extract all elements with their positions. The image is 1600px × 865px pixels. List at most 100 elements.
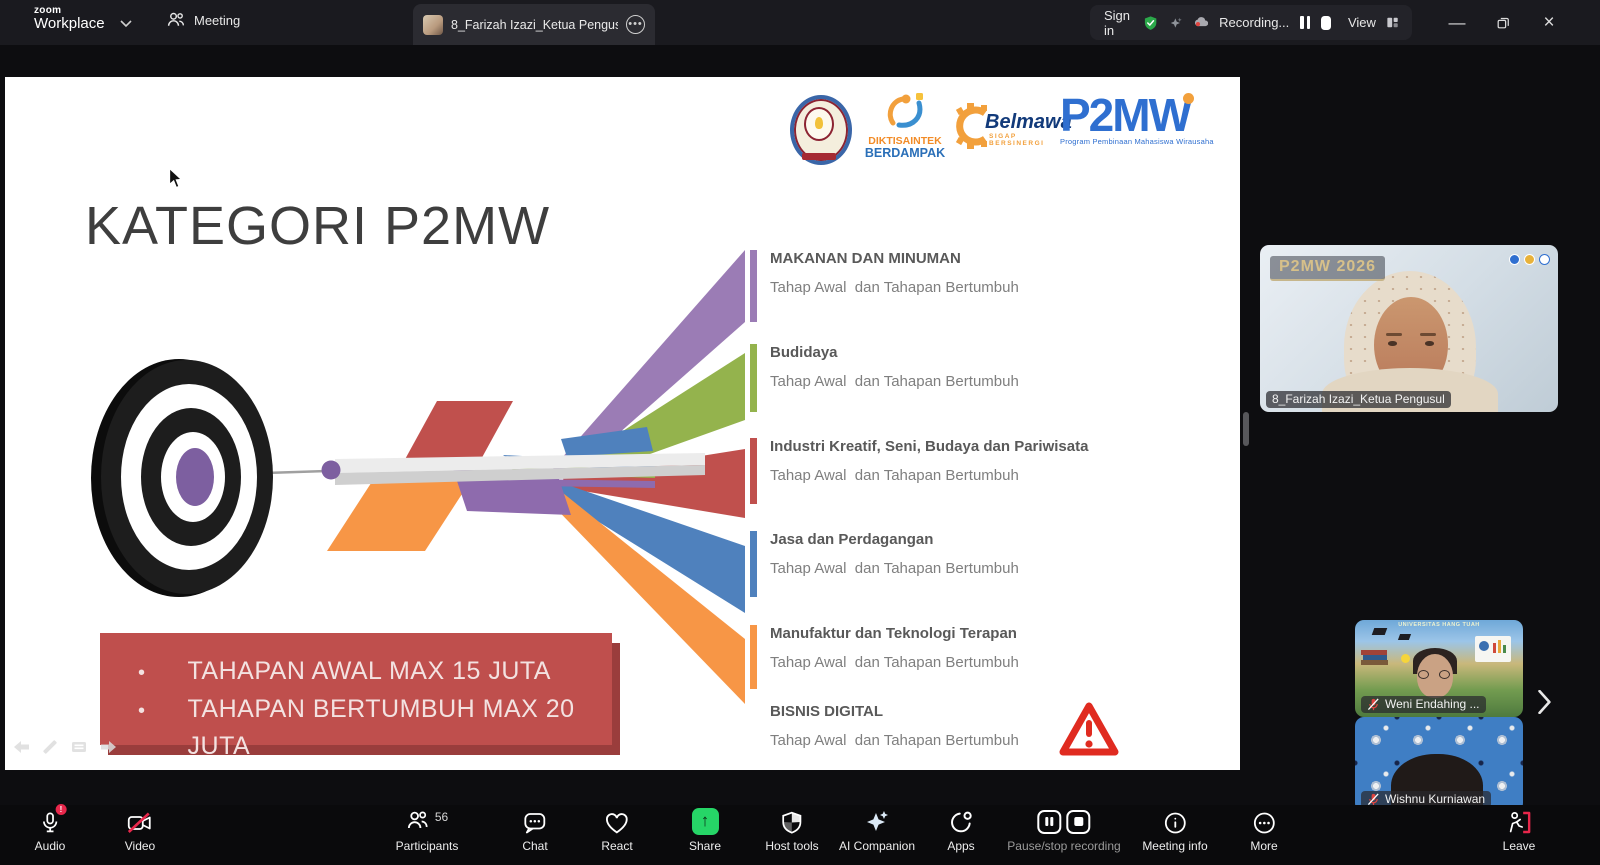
prev-slide-icon[interactable] [13,740,30,754]
mini-logo-icon [1539,254,1550,265]
react-label: React [601,839,632,853]
participant-name-label: Weni Endahing ... [1361,696,1486,713]
diktisaintek-logo: DIKTISAINTEK BERDAMPAK [863,89,947,169]
category-name: BISNIS DIGITAL [770,703,1019,720]
react-button[interactable]: React [601,808,632,853]
p2mw-logo: P2MW Program Pembinaan Mahasiswa Wirausa… [1060,91,1220,165]
glasses-icon [1439,670,1450,679]
category-color-bar [750,531,757,597]
restore-button[interactable] [1478,0,1528,45]
chat-button[interactable]: Chat [522,808,547,853]
belmawa-gear-icon [955,103,989,149]
stop-icon[interactable] [1067,810,1091,834]
share-button[interactable]: ↑ Share [689,808,721,853]
sign-in-button[interactable]: Sign in [1104,8,1132,38]
video-tile-farizah[interactable]: P2MW 2026 8_Farizah Izazi_Ketua Pengusul [1260,245,1558,412]
recording-status: Recording... [1219,15,1289,30]
heart-icon [604,811,629,835]
tab-meeting[interactable]: Meeting [166,11,240,29]
diktisaintek-figure-icon [883,89,927,133]
apps-button[interactable]: Apps [947,808,974,853]
share-icon: ↑ [692,808,719,835]
participants-button[interactable]: 56 Participants [396,808,459,853]
shared-screen-avatar [423,15,443,35]
video-tile-weni[interactable]: UNIVERSITAS HANG TUAH Weni Endahing ... [1355,620,1523,717]
chevron-down-icon[interactable] [120,20,132,28]
participant-name: 8_Farizah Izazi_Ketua Pengusul [1272,392,1445,406]
zoom-window: zoom Workplace Meeting 8_Farizah Izazi_K… [0,0,1600,865]
category-makanan: MAKANAN DAN MINUMAN Tahap Awal dan Tahap… [750,250,1019,322]
category-budidaya: Budidaya Tahap Awal dan Tahapan Bertumbu… [750,344,1019,412]
category-manufaktur: Manufaktur dan Teknologi Terapan Tahap A… [750,625,1019,689]
chat-label: Chat [522,839,547,853]
meeting-info-button[interactable]: Meeting info [1142,808,1207,853]
mic-muted-icon [1367,793,1380,806]
bg-whiteboard [1475,636,1511,662]
category-stage: Tahap Awal dan Tahapan Bertumbuh [770,560,1019,577]
apps-icon [948,810,973,835]
slide-menu-icon[interactable] [71,740,87,754]
chat-icon [522,811,547,835]
leave-button[interactable]: Leave [1503,808,1536,853]
pause-stop-recording-button[interactable]: Pause/stop recording [1007,808,1120,853]
belmawa-tagline: SIGAP BERSINERGI [989,133,1055,147]
slide-title: KATEGORI P2MW [85,195,550,257]
participant-name-label: 8_Farizah Izazi_Ketua Pengusul [1266,391,1451,408]
more-label: More [1250,839,1277,853]
audio-button[interactable]: ! Audio [35,808,66,853]
leave-label: Leave [1503,839,1536,853]
shield-check-icon [1143,12,1158,34]
glasses-icon [1418,670,1429,679]
p2mw-tagline: Program Pembinaan Mahasiswa Wirausaha [1060,137,1220,146]
ai-companion-button[interactable]: AI Companion [839,808,915,853]
participant-name: Wishnu Kurniawan [1385,792,1485,806]
category-name: Manufaktur dan Teknologi Terapan [770,625,1019,642]
pause-icon[interactable] [1038,810,1062,834]
expand-rail-chevron[interactable] [1538,690,1552,714]
sparkle-icon[interactable] [1169,13,1183,33]
host-tools-label: Host tools [765,839,818,853]
participant-name: Weni Endahing ... [1385,697,1480,711]
audio-alert-badge: ! [55,804,66,815]
close-button[interactable]: × [1524,0,1574,45]
funding-bullet-2-text: TAHAPAN BERTUMBUH MAX 20 JUTA [188,691,612,766]
participants-icon [406,808,430,832]
audio-label: Audio [35,839,66,853]
leave-icon [1506,810,1532,835]
view-button[interactable]: View [1348,15,1376,30]
bg-lightbulb [1401,654,1410,663]
rail-scrollbar[interactable] [1243,412,1249,446]
record-cloud-icon [1194,15,1209,30]
camera-off-icon [127,811,153,835]
ai-companion-label: AI Companion [839,839,915,853]
meeting-info-label: Meeting info [1142,839,1207,853]
more-button[interactable]: More [1250,808,1277,853]
bg-grad-cap [1372,628,1388,635]
category-color-bar [750,625,757,689]
tab-shared-screen[interactable]: 8_Farizah Izazi_Ketua Pengusul's s ••• [413,4,655,45]
category-name: Budidaya [770,344,1019,361]
pause-recording-icon[interactable] [1300,16,1310,29]
host-tools-button[interactable]: Host tools [765,808,818,853]
funding-bullet-2: TAHAPAN BERTUMBUH MAX 20 JUTA [138,691,612,766]
pen-icon[interactable] [43,740,58,754]
category-stage: Tahap Awal dan Tahapan Bertumbuh [770,467,1088,484]
pause-stop-label: Pause/stop recording [1007,839,1120,853]
title-bar: zoom Workplace Meeting 8_Farizah Izazi_K… [0,0,1600,45]
category-bisnis-digital: BISNIS DIGITAL Tahap Awal dan Tahapan Be… [750,703,1019,749]
mini-logo-icon [1524,254,1535,265]
next-slide-icon[interactable] [100,740,117,754]
minimize-button[interactable]: — [1432,0,1482,45]
bg-grad-cap [1398,634,1411,640]
video-button[interactable]: Video [125,808,155,853]
slideshow-controls [13,740,117,754]
belmawa-logo: Belmawa SIGAP BERSINERGI [955,103,1055,155]
tab-options-icon[interactable]: ••• [626,15,645,34]
category-jasa: Jasa dan Perdagangan Tahap Awal dan Taha… [750,531,1019,597]
category-name: Jasa dan Perdagangan [770,531,1019,548]
mini-logo-icon [1509,254,1520,265]
shared-screen-tab-title: 8_Farizah Izazi_Ketua Pengusul's s [451,18,618,32]
berdampak-label: BERDAMPAK [863,146,947,160]
video-tile-wishnu[interactable]: Wishnu Kurniawan [1355,717,1523,812]
stop-recording-icon[interactable] [1321,16,1331,30]
